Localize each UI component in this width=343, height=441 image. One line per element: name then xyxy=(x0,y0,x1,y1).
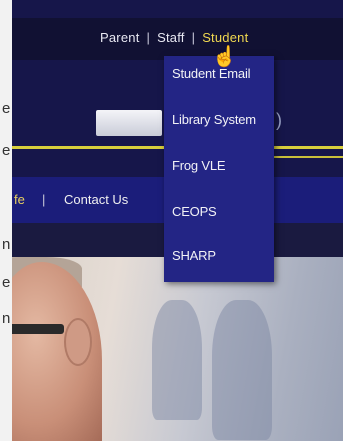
margin-letter: n xyxy=(2,236,11,253)
nav-item-contact-us[interactable]: Contact Us xyxy=(64,192,128,207)
menu-item-sharp[interactable]: SHARP xyxy=(172,248,216,263)
person-ear xyxy=(64,318,92,366)
margin-letter: e xyxy=(2,142,11,159)
nav-item-partial[interactable]: fe xyxy=(14,192,25,207)
left-page-margin: e e n e n xyxy=(0,0,12,441)
nav-separator: | xyxy=(42,192,46,207)
background-figure xyxy=(212,300,272,440)
staff-link[interactable]: Staff xyxy=(157,30,185,45)
margin-letter: e xyxy=(2,274,11,291)
link-separator: | xyxy=(146,30,151,45)
glasses xyxy=(12,324,64,334)
margin-letter: n xyxy=(2,310,11,327)
menu-item-frog-vle[interactable]: Frog VLE xyxy=(172,158,226,173)
website-screen: Parent | Staff | Student ) fe | Contact … xyxy=(12,0,343,441)
menu-item-library-system[interactable]: Library System xyxy=(172,112,256,127)
hand-cursor-icon: ☝ xyxy=(212,46,237,68)
menu-item-ceops[interactable]: CEOPS xyxy=(172,204,217,219)
link-separator: | xyxy=(191,30,196,45)
background-figure xyxy=(152,300,202,420)
student-dropdown-menu: Student Email Library System Frog VLE CE… xyxy=(164,56,274,282)
parent-link[interactable]: Parent xyxy=(100,30,140,45)
margin-letter: e xyxy=(2,100,11,117)
student-link[interactable]: Student xyxy=(202,30,248,45)
header-accent-line-secondary xyxy=(267,156,343,158)
search-decoration: ) xyxy=(276,110,282,130)
audience-links: Parent | Staff | Student xyxy=(100,30,248,45)
search-input[interactable] xyxy=(96,110,162,136)
